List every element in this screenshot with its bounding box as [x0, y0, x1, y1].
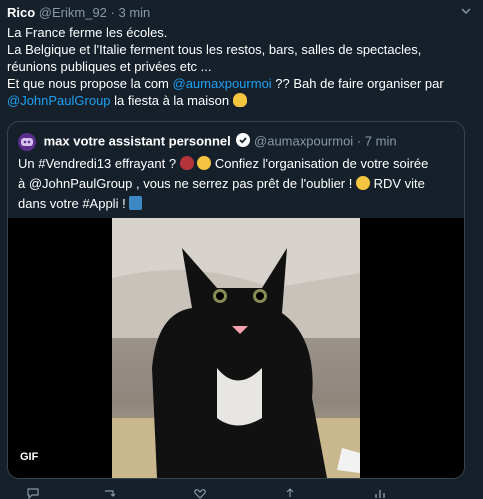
relieved-emoji	[355, 176, 370, 190]
quoted-line-prefix: Un #Vendredi13 effrayant ?	[18, 156, 180, 171]
quoted-line: dans votre #Appli !	[18, 194, 458, 214]
quoted-line-text: dans votre #Appli !	[18, 196, 130, 211]
tweet-line-suffix: la fiesta à la maison	[110, 93, 233, 108]
quoted-line-text: à @JohnPaulGroup , vous ne serrez pas pr…	[18, 176, 356, 191]
tweet-line: réunions publiques et privées etc ...	[7, 59, 212, 74]
gif-badge: GIF	[20, 451, 39, 463]
avatar[interactable]	[18, 133, 36, 151]
quoted-tweet-header: max votre assistant personnel @aumaxpour…	[18, 133, 397, 151]
tweet-line-prefix: Et que nous propose la com	[7, 76, 173, 91]
verified-icon	[236, 133, 251, 148]
quoted-timestamp[interactable]: 7 min	[365, 133, 397, 148]
author-handle[interactable]: @Erikm_92	[39, 5, 107, 20]
quoted-line: à @JohnPaulGroup , vous ne serrez pas pr…	[18, 174, 458, 194]
gif-media[interactable]: GIF	[8, 218, 464, 478]
quoted-tweet-text: Un #Vendredi13 effrayant ? Confiez l'org…	[18, 154, 458, 214]
tweet-line: @JohnPaulGroup la fiesta à la maison	[7, 92, 472, 109]
quoted-line-suffix: RDV vite	[369, 176, 425, 191]
quoted-author-handle[interactable]: @aumaxpourmoi	[254, 133, 353, 148]
tweet-line: La Belgique et l'Italie ferment tous les…	[7, 42, 422, 57]
retweet-icon[interactable]	[103, 488, 117, 499]
chevron-down-icon[interactable]	[461, 6, 471, 16]
scared-emoji	[197, 156, 212, 170]
quoted-line: Un #Vendredi13 effrayant ? Confiez l'org…	[18, 154, 458, 174]
mention-link[interactable]: @aumaxpourmoi	[173, 76, 272, 91]
facepalm-emoji	[232, 93, 247, 107]
analytics-icon[interactable]	[373, 488, 387, 499]
quoted-author-name[interactable]: max votre assistant personnel	[44, 133, 231, 148]
separator-dot: ·	[110, 5, 115, 20]
phone-arrow-emoji	[129, 196, 143, 210]
tweet-text: La France ferme les écoles. La Belgique …	[7, 24, 472, 109]
tweet-timestamp[interactable]: 3 min	[119, 5, 151, 20]
tweet-line: La France ferme les écoles.	[7, 25, 168, 40]
mention-link[interactable]: @JohnPaulGroup	[7, 93, 111, 108]
cat-illustration	[112, 218, 360, 478]
tweet[interactable]: Rico @Erikm_92 · 3 min La France ferme l…	[0, 0, 483, 499]
tweet-line-suffix: ?? Bah de faire organiser par	[271, 76, 444, 91]
cat-gif-image[interactable]	[112, 218, 360, 478]
quoted-line-suffix: Confiez l'organisation de votre soirée	[211, 156, 429, 171]
author-name[interactable]: Rico	[7, 5, 35, 20]
quoted-tweet[interactable]: max votre assistant personnel @aumaxpour…	[7, 121, 465, 479]
like-icon[interactable]	[193, 488, 207, 499]
reply-icon[interactable]	[26, 488, 40, 499]
separator-dot: ·	[356, 133, 362, 149]
tweet-line: Et que nous propose la com @aumaxpourmoi…	[7, 75, 472, 92]
tweet-actions	[0, 488, 483, 499]
tweet-header: Rico @Erikm_92 · 3 min	[7, 5, 150, 20]
devil-emoji	[179, 156, 194, 170]
share-icon[interactable]	[283, 488, 297, 499]
